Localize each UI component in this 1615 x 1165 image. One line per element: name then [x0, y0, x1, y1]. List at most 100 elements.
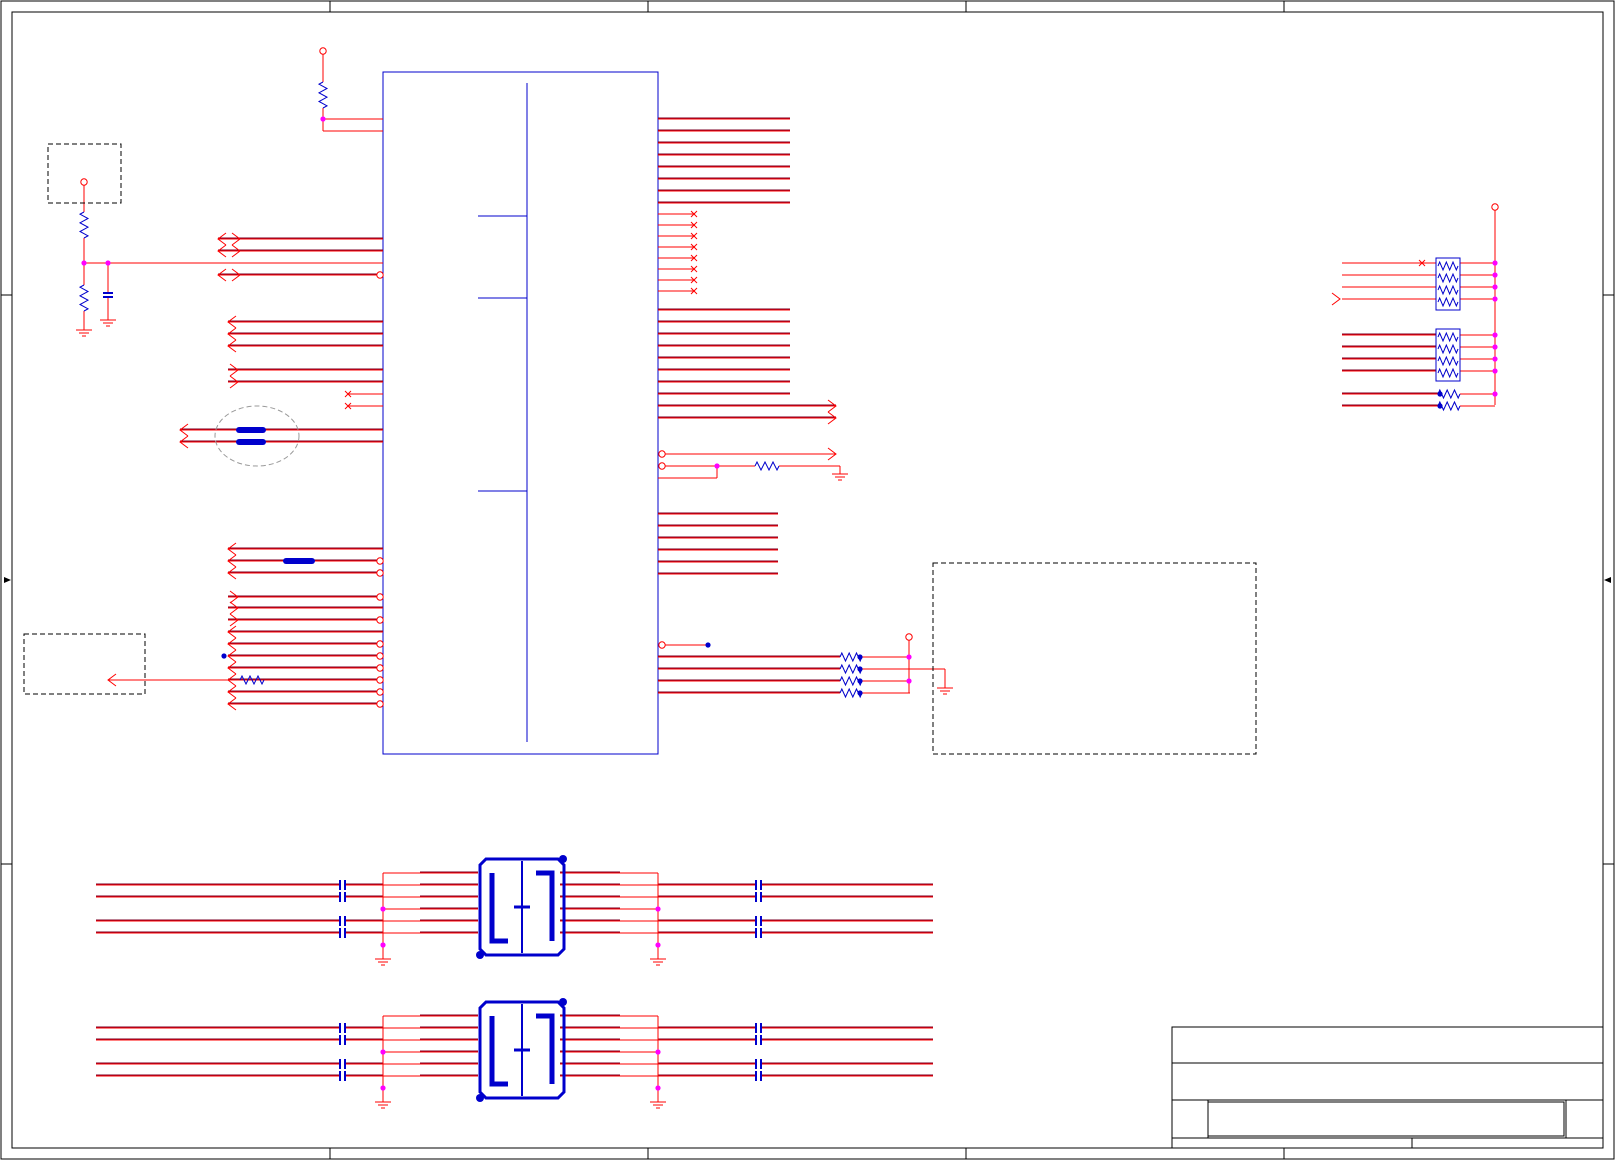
- capacitor-icon: [755, 1023, 762, 1033]
- pin1-dot: [559, 998, 567, 1006]
- capacitor-icon: [339, 1059, 346, 1069]
- open-pin: [658, 462, 666, 470]
- resistor-icon: [1437, 343, 1459, 355]
- junction-dot: [906, 654, 912, 660]
- wires-layer: [83, 54, 1496, 1094]
- resistor-icon: [1437, 367, 1459, 379]
- main-ic: [382, 71, 659, 755]
- junction-dot: [1492, 368, 1498, 374]
- junction-dot: [714, 463, 720, 469]
- junction-dot: [1492, 272, 1498, 278]
- resistor-icon: [1437, 296, 1459, 308]
- ethernet-transformer-icon: [476, 855, 567, 959]
- power-pin-icon: [1491, 203, 1499, 211]
- junction-dot: [655, 1085, 661, 1091]
- junction-dot: [380, 942, 386, 948]
- sheet-frame: [0, 0, 1615, 1160]
- open-pin: [376, 271, 384, 279]
- winding-left: [489, 1016, 508, 1087]
- pin1-dot: [559, 855, 567, 863]
- ferrite-bead-icon: [236, 439, 266, 445]
- capacitor-icon: [339, 892, 346, 902]
- junction-dot: [857, 654, 863, 660]
- winding-right: [536, 870, 555, 941]
- ground-icon: [375, 1094, 391, 1109]
- open-pin: [376, 688, 384, 696]
- open-pin: [376, 652, 384, 660]
- junction-dot: [1492, 260, 1498, 266]
- capacitor-icon: [755, 1071, 762, 1081]
- capacitor-icon: [339, 916, 346, 926]
- open-pin: [376, 700, 384, 708]
- junction-dot: [380, 906, 386, 912]
- junction-dot: [655, 906, 661, 912]
- resistor-icon: [1437, 331, 1459, 343]
- capacitor-icon: [339, 1071, 346, 1081]
- junction-dot: [1492, 391, 1498, 397]
- open-pin: [658, 450, 666, 458]
- junction-dot: [857, 666, 863, 672]
- power-pin-icon: [80, 178, 88, 186]
- junction-dot: [655, 942, 661, 948]
- schematic-canvas: [0, 0, 1615, 1160]
- open-pin: [376, 569, 384, 577]
- dashed-box-bottom-left: [23, 633, 146, 695]
- junction-dot: [320, 116, 326, 122]
- junction-dot: [380, 1085, 386, 1091]
- resistor-icon: [78, 211, 90, 239]
- schematic-sheet: [0, 0, 1615, 1160]
- resistor-icon: [1437, 284, 1459, 296]
- frame-center-marker-left: [4, 577, 11, 583]
- note-box: [932, 562, 1257, 755]
- junction-dot: [221, 653, 227, 659]
- ground-icon: [100, 312, 116, 327]
- capacitor-icon: [103, 292, 113, 298]
- open-pin: [376, 616, 384, 624]
- resistor-icon: [754, 460, 780, 472]
- ferrite-bead-icon: [283, 558, 315, 564]
- ground-icon: [650, 1094, 666, 1109]
- open-pin: [376, 593, 384, 601]
- junction-dot: [1492, 356, 1498, 362]
- winding-left: [489, 873, 508, 944]
- junction-dot: [380, 1049, 386, 1055]
- capacitor-icon: [755, 892, 762, 902]
- ground-icon: [650, 951, 666, 966]
- capacitor-icon: [755, 928, 762, 938]
- power-pin-icon: [905, 633, 913, 641]
- ground-icon: [832, 466, 848, 481]
- capacitor-icon: [339, 928, 346, 938]
- junction-dot: [857, 678, 863, 684]
- capacitor-icon: [755, 916, 762, 926]
- ferrite-bead-icon: [236, 427, 266, 433]
- junction-dot: [1437, 403, 1443, 409]
- open-pin: [376, 664, 384, 672]
- capacitor-icon: [339, 1035, 346, 1045]
- components-layer: [76, 47, 1499, 1109]
- ground-icon: [937, 680, 953, 695]
- resistor-icon: [1437, 272, 1459, 284]
- junction-dot: [1492, 344, 1498, 350]
- winding-right: [536, 1013, 555, 1084]
- open-pin: [376, 640, 384, 648]
- open-pin: [376, 676, 384, 684]
- title-block: [1171, 1026, 1604, 1149]
- ethernet-transformer-icon: [476, 998, 567, 1102]
- junction-dot: [857, 690, 863, 696]
- pin1-dot: [476, 951, 484, 959]
- open-pin: [658, 641, 666, 649]
- capacitor-icon: [339, 880, 346, 890]
- off-page-connector-icon: [1331, 292, 1341, 306]
- junction-dot: [1437, 391, 1443, 397]
- callout-ellipse: [214, 405, 300, 467]
- capacitor-icon: [755, 1035, 762, 1045]
- pin1-dot: [476, 1094, 484, 1102]
- junction-dot: [1492, 332, 1498, 338]
- capacitor-icon: [755, 1059, 762, 1069]
- capacitor-icon: [339, 1023, 346, 1033]
- junction-dot: [1492, 296, 1498, 302]
- junction-dot: [81, 260, 87, 266]
- capacitor-icon: [755, 880, 762, 890]
- resistor-icon: [239, 674, 265, 686]
- resistor-icon: [317, 81, 329, 109]
